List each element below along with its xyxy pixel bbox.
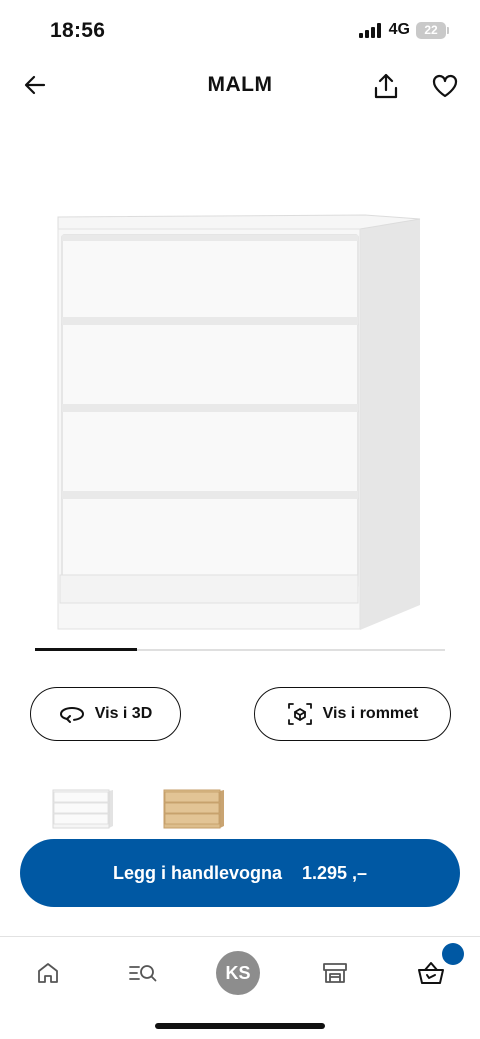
store-icon bbox=[323, 963, 347, 983]
view-3d-label: Vis i 3D bbox=[94, 705, 153, 722]
avatar: KS bbox=[216, 951, 260, 995]
battery-level: 22 bbox=[424, 22, 438, 37]
add-to-cart-button[interactable]: Legg i handlevogna 1.295 ,– bbox=[20, 839, 460, 907]
share-button[interactable] bbox=[370, 70, 402, 102]
favorite-button[interactable] bbox=[429, 70, 461, 102]
network-type: 4G bbox=[388, 21, 410, 38]
tab-home[interactable] bbox=[26, 951, 70, 995]
tab-profile[interactable]: KS bbox=[216, 951, 260, 995]
variant-white[interactable] bbox=[47, 783, 117, 833]
navigation-bar: MALM bbox=[0, 62, 480, 110]
cart-badge bbox=[442, 943, 464, 965]
variant-oak-thumbnail bbox=[163, 789, 224, 829]
search-icon bbox=[129, 965, 157, 982]
avatar-initials: KS bbox=[225, 962, 251, 983]
gallery-progress-indicator bbox=[35, 648, 137, 651]
tab-store[interactable] bbox=[313, 951, 357, 995]
product-image[interactable] bbox=[50, 205, 430, 635]
view-in-room-label: Vis i rommet bbox=[322, 705, 419, 722]
variant-oak[interactable] bbox=[158, 783, 228, 833]
chest-of-drawers-illustration bbox=[57, 214, 421, 630]
signal-icon bbox=[358, 22, 381, 38]
add-to-cart-label: Legg i handlevogna bbox=[112, 862, 282, 883]
home-icon bbox=[38, 963, 58, 983]
ar-cube-icon bbox=[287, 703, 312, 725]
tab-search[interactable] bbox=[121, 951, 165, 995]
status-time: 18:56 bbox=[50, 19, 106, 42]
page-title: MALM bbox=[207, 73, 273, 96]
view-in-room-button[interactable]: Vis i rommet bbox=[254, 687, 451, 741]
heart-icon bbox=[432, 74, 458, 98]
variant-white-thumbnail bbox=[52, 789, 113, 829]
rotate-3d-icon bbox=[59, 706, 84, 723]
home-indicator bbox=[155, 1023, 325, 1029]
battery-icon: 22 bbox=[416, 21, 449, 39]
view-3d-button[interactable]: Vis i 3D bbox=[30, 687, 181, 741]
status-bar: 18:56 4G 22 bbox=[0, 0, 480, 62]
price-label: 1.295 ,– bbox=[301, 862, 368, 883]
share-icon bbox=[374, 73, 398, 99]
status-indicators: 4G 22 bbox=[358, 21, 449, 39]
cart-icon bbox=[418, 962, 444, 984]
